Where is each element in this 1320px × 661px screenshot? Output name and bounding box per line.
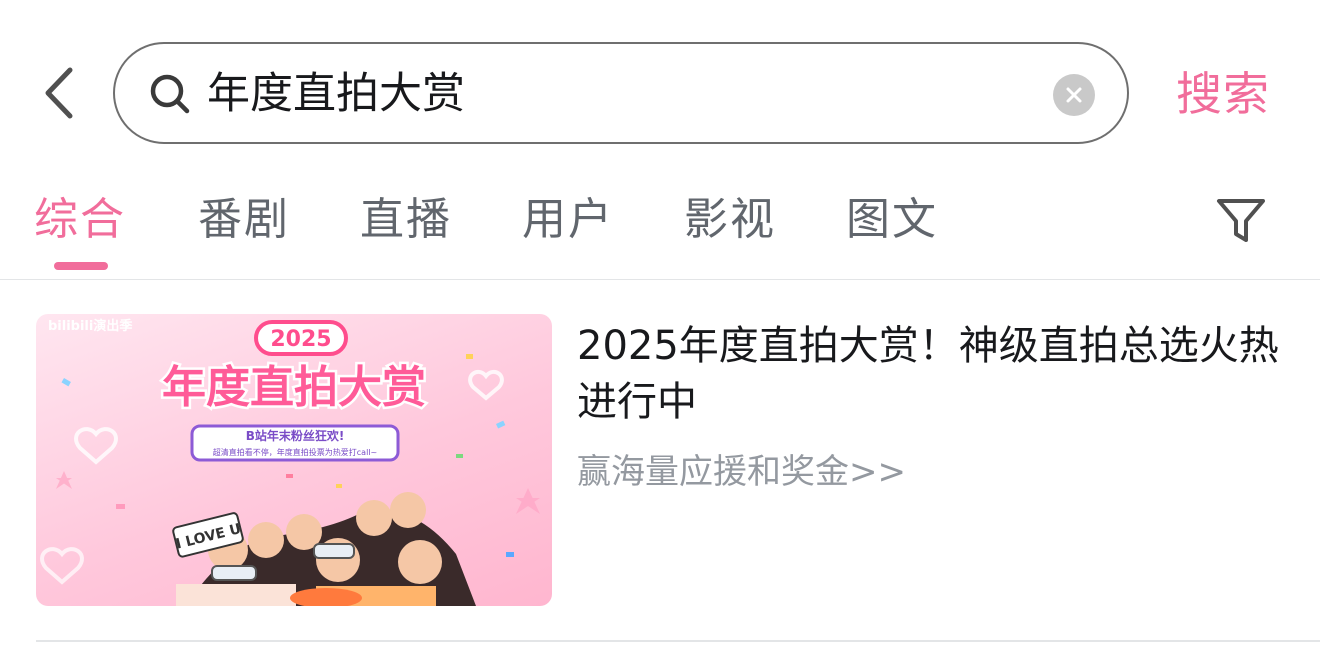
search-button[interactable]: 搜索 [1176, 62, 1270, 126]
search-box[interactable] [113, 42, 1129, 144]
tab-anime[interactable]: 番剧 [198, 190, 290, 250]
event-poster-illustration: bilibili演出季 2025 年度直拍大赏 B站年末粉丝狂欢! 超清直拍看不… [40, 318, 540, 606]
tab-users[interactable]: 用户 [522, 190, 614, 250]
result-title[interactable]: 2025年度直拍大赏！神级直拍总选火热进行中 [577, 318, 1287, 430]
tab-live[interactable]: 直播 [360, 190, 452, 250]
poster-headline: 年度直拍大赏 [162, 362, 426, 413]
clear-search-button[interactable] [1053, 74, 1095, 116]
clear-circle-icon [1066, 87, 1082, 103]
poster-year-badge: 2025 [270, 327, 331, 352]
search-result-card[interactable]: bilibili演出季 2025 年度直拍大赏 B站年末粉丝狂欢! 超清直拍看不… [36, 314, 1320, 642]
poster-brand-text: bilibili演出季 [48, 318, 132, 334]
result-divider [36, 640, 1320, 642]
result-thumbnail[interactable]: bilibili演出季 2025 年度直拍大赏 B站年末粉丝狂欢! 超清直拍看不… [36, 314, 552, 606]
result-tabs: 综合 番剧 直播 用户 影视 图文 [0, 180, 1320, 280]
tab-all[interactable]: 综合 [34, 190, 126, 250]
active-tab-indicator [54, 262, 108, 270]
tab-articles[interactable]: 图文 [846, 190, 938, 250]
back-button[interactable] [34, 62, 84, 124]
funnel-filter-icon[interactable] [1214, 194, 1268, 248]
search-header: 搜索 [0, 0, 1320, 160]
result-subtitle[interactable]: 赢海量应援和奖金>> [577, 446, 906, 498]
cheering-crowd-illustration [176, 492, 476, 606]
poster-tagline: B站年末粉丝狂欢! [246, 428, 345, 443]
search-input[interactable] [207, 62, 1027, 126]
chevron-left-icon [45, 67, 73, 119]
magnifier-icon [150, 74, 190, 114]
tab-film-tv[interactable]: 影视 [684, 190, 776, 250]
poster-subline: 超清直拍看不停，年度直拍投票为热爱打call~ [213, 447, 377, 457]
